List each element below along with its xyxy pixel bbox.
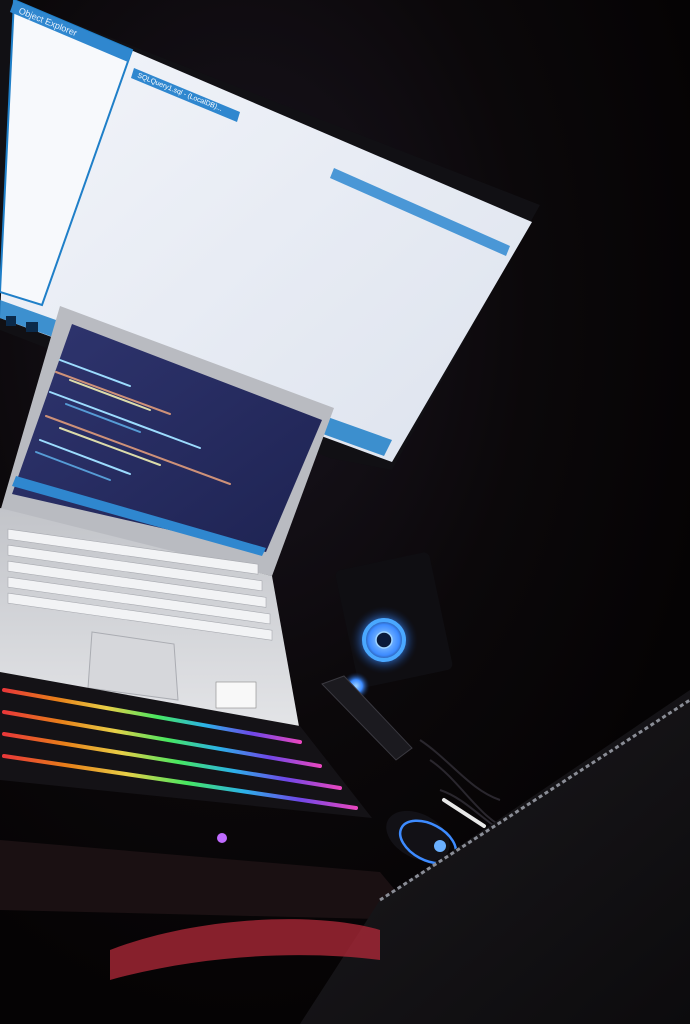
keyboard-logo-light [217, 833, 227, 843]
taskbar-app-icon [26, 322, 38, 332]
taskbar-start-icon [6, 316, 16, 326]
mouse-logo-light [434, 840, 446, 852]
laptop-touchpad [87, 631, 179, 701]
photo-scene: Object Explorer SQLQuery1.sql - (LocalDB… [0, 0, 690, 1024]
laptop-sticker [215, 681, 257, 709]
speaker-core [375, 631, 393, 649]
